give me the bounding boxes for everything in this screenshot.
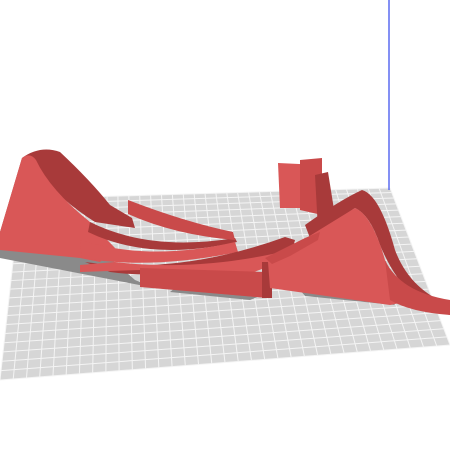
scene — [0, 0, 450, 381]
3d-viewport[interactable] — [0, 0, 450, 450]
